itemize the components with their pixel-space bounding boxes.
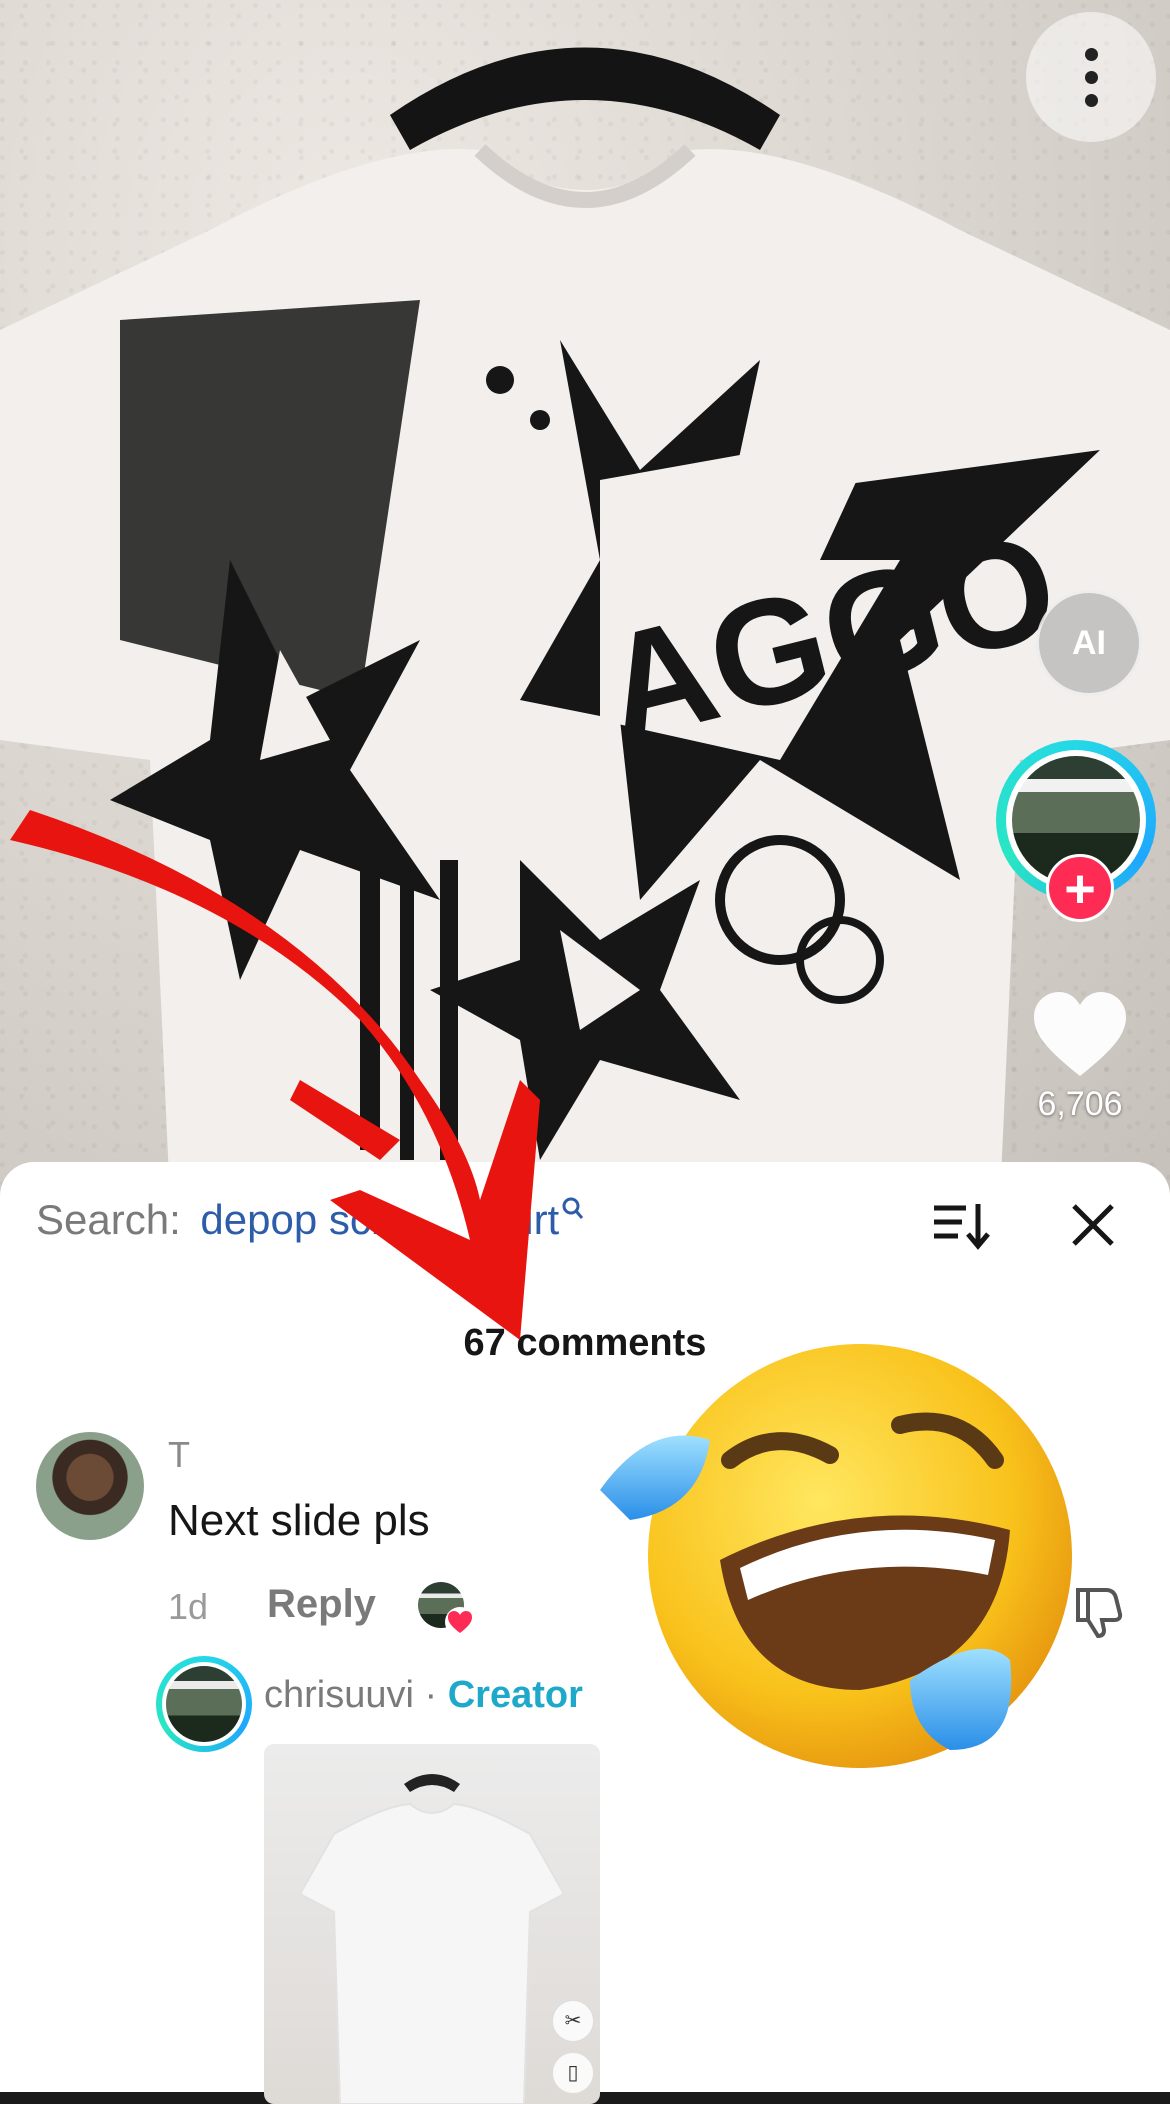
comment-timestamp: 1d (168, 1586, 209, 1627)
reply-button[interactable]: Reply (267, 1582, 376, 1627)
creator-reply-header: chrisuuvi · Creator (264, 1674, 583, 1717)
red-arrow-overlay (10, 810, 540, 1340)
close-icon[interactable] (1066, 1198, 1120, 1252)
ai-icon: AI (1072, 623, 1106, 662)
more-options-button[interactable] (1026, 12, 1156, 142)
creator-reply-avatar-photo (166, 1666, 242, 1742)
creator-reply-avatar-ring (162, 1662, 246, 1746)
ai-button[interactable]: AI (1036, 590, 1142, 696)
menu-dot (1084, 70, 1098, 84)
follow-button[interactable]: + (1046, 854, 1114, 922)
menu-dot (1084, 47, 1098, 61)
commenter-avatar[interactable] (36, 1432, 144, 1540)
reply-photo-shirt (298, 1774, 566, 2104)
scissors-icon[interactable]: ✂ (552, 2000, 594, 2042)
heart-icon (445, 1607, 475, 1637)
laughing-tears-emoji-overlay (600, 1344, 1072, 1768)
reply-photo-attachment[interactable]: ✂ ▯ (264, 1744, 600, 2104)
heart-icon[interactable] (1030, 990, 1130, 1080)
creator-badge: Creator (447, 1674, 583, 1716)
creator-reply-username[interactable]: chrisuuvi (264, 1674, 414, 1716)
separator-dot: · (424, 1674, 438, 1716)
bookmark-icon[interactable]: ▯ (552, 2052, 594, 2094)
comment-text: Next slide pls (168, 1496, 430, 1545)
creator-liked-indicator (418, 1582, 475, 1637)
menu-dot (1084, 93, 1098, 107)
like-count: 6,706 (1037, 1085, 1123, 1123)
commenter-username[interactable]: T (168, 1434, 190, 1476)
sort-icon[interactable] (930, 1200, 990, 1250)
creator-reply-avatar[interactable] (156, 1656, 252, 1752)
